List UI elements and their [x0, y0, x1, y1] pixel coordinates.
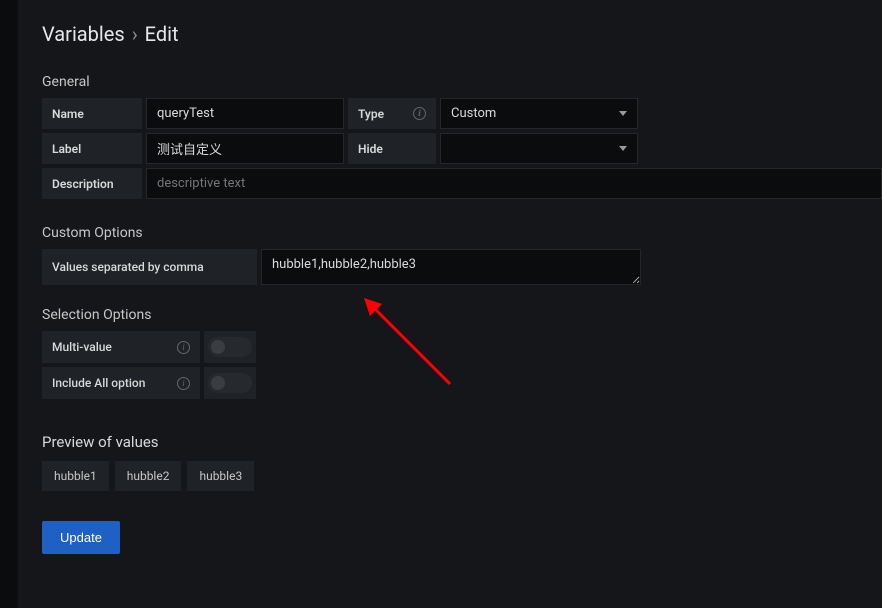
- section-selection-options: Selection Options: [42, 307, 882, 323]
- name-input[interactable]: [146, 98, 344, 129]
- info-icon[interactable]: i: [177, 341, 190, 354]
- section-general: General: [42, 74, 882, 90]
- chevron-down-icon: [619, 111, 627, 116]
- multi-value-text: Multi-value: [52, 340, 112, 354]
- hide-select[interactable]: [440, 133, 638, 164]
- type-select[interactable]: Custom: [440, 98, 638, 129]
- type-label: Type i: [348, 98, 436, 129]
- section-custom-options: Custom Options: [42, 225, 882, 241]
- left-sidebar-stub: [0, 0, 18, 608]
- include-all-text: Include All option: [52, 376, 145, 390]
- hide-label-text: Hide: [358, 142, 383, 156]
- type-label-text: Type: [358, 107, 384, 121]
- multi-value-toggle[interactable]: [208, 337, 252, 357]
- description-input[interactable]: [146, 168, 882, 199]
- breadcrumb-leaf: Edit: [145, 22, 179, 46]
- chevron-down-icon: [619, 146, 627, 151]
- description-label: Description: [42, 168, 142, 199]
- update-button[interactable]: Update: [42, 521, 120, 554]
- label-input[interactable]: [146, 133, 344, 164]
- info-icon[interactable]: i: [177, 377, 190, 390]
- custom-values-input[interactable]: [261, 249, 641, 285]
- multi-value-label: Multi-value i: [42, 331, 200, 363]
- name-label: Name: [42, 98, 142, 129]
- preview-chip: hubble3: [187, 461, 254, 491]
- include-all-label: Include All option i: [42, 367, 200, 399]
- label-label: Label: [42, 133, 142, 164]
- hide-label: Hide: [348, 133, 436, 164]
- preview-chip: hubble1: [42, 461, 109, 491]
- type-select-value: Custom: [451, 106, 496, 121]
- include-all-toggle[interactable]: [208, 373, 252, 393]
- include-all-toggle-wrap: [204, 367, 256, 399]
- breadcrumb-separator: ›: [130, 22, 140, 46]
- breadcrumb-root[interactable]: Variables: [42, 22, 125, 46]
- preview-values: hubble1 hubble2 hubble3: [42, 461, 882, 491]
- values-label: Values separated by comma: [42, 249, 257, 285]
- section-preview: Preview of values: [42, 433, 882, 451]
- info-icon[interactable]: i: [413, 107, 426, 120]
- multi-value-toggle-wrap: [204, 331, 256, 363]
- preview-chip: hubble2: [115, 461, 182, 491]
- page-title: Variables › Edit: [42, 22, 882, 46]
